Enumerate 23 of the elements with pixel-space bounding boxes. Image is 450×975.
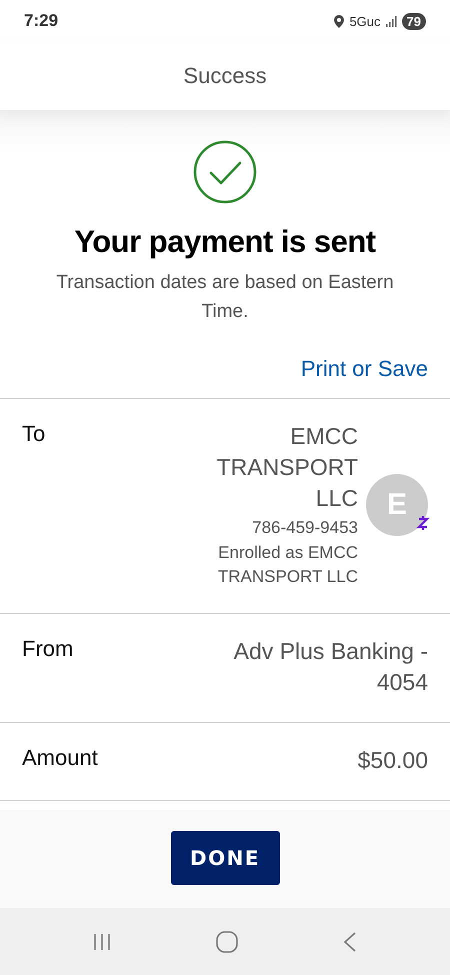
detail-label: To xyxy=(22,421,46,447)
home-icon[interactable] xyxy=(214,930,239,954)
detail-label: Amount xyxy=(22,745,99,771)
check-circle-icon xyxy=(193,140,257,204)
battery-level: 79 xyxy=(402,12,426,30)
signal-icon xyxy=(386,16,397,26)
screen-title: Success xyxy=(183,63,267,89)
clock-time: 7:29 xyxy=(24,11,58,31)
location-pin-icon xyxy=(334,14,344,28)
print-or-save-link[interactable]: Print or Save xyxy=(300,356,428,382)
back-icon[interactable] xyxy=(342,930,358,952)
recent-apps-icon[interactable] xyxy=(92,932,112,952)
enrollment-note: Enrolled as EMCC TRANSPORT LLC xyxy=(216,542,358,588)
timezone-note: Transaction dates are based on Eastern Time. xyxy=(55,271,395,324)
network-label: 5Guc xyxy=(349,14,381,28)
detail-value: $50.00 xyxy=(356,746,428,775)
detail-label: From xyxy=(22,636,74,662)
confirmation-heading: Your payment is sent xyxy=(74,224,376,260)
done-button[interactable]: DONE xyxy=(170,831,280,885)
detail-value: Adv Plus Banking - 4054 xyxy=(232,637,428,697)
z-badge-icon xyxy=(416,515,430,531)
recipient-phone: 786-459-9453 xyxy=(252,518,358,538)
recipient-name: EMCC TRANSPORT LLC xyxy=(216,422,358,513)
